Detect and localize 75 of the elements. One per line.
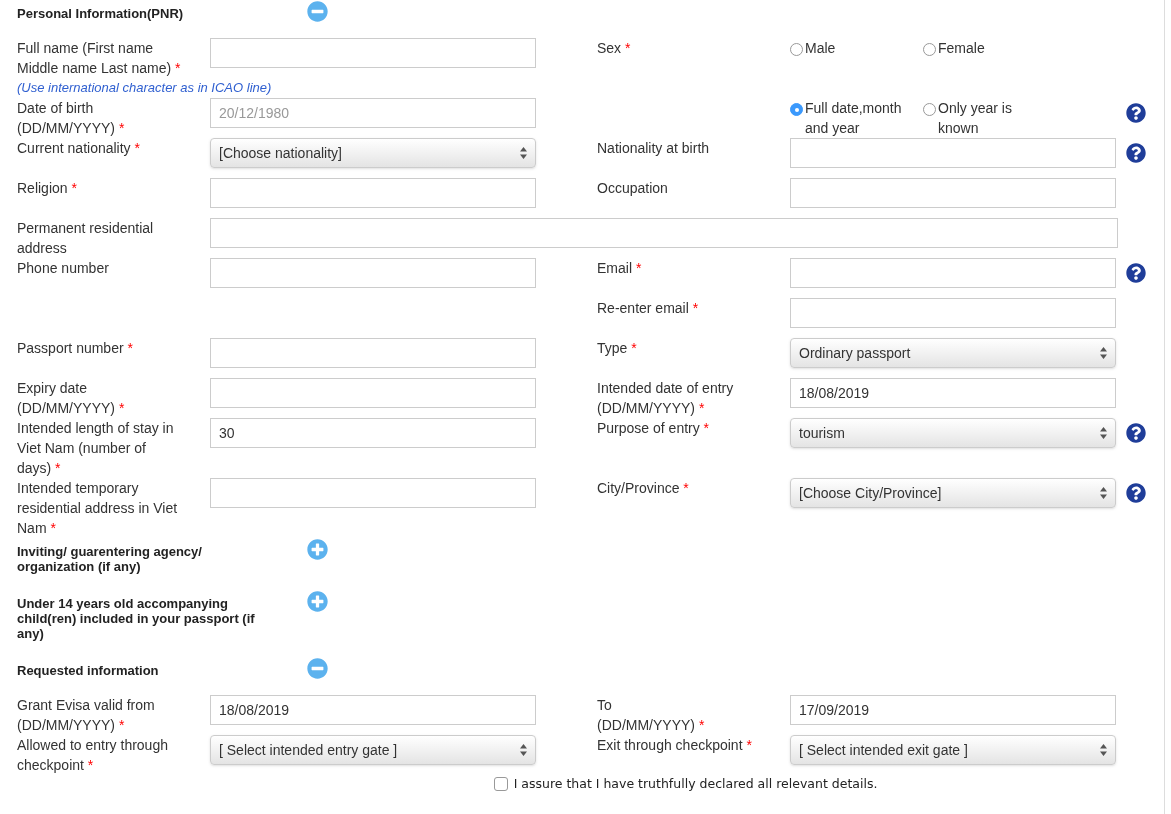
field-label: Email * — [597, 260, 642, 276]
section-title: Inviting/ guarentering agency/ organization (if any) — [17, 544, 203, 574]
text-field[interactable]: 18/08/2019 — [790, 378, 1116, 408]
field-label: Current nationality * — [17, 140, 140, 156]
text-field[interactable]: 20/12/1980 — [210, 98, 536, 128]
up-down-arrows-icon — [520, 744, 527, 756]
text-field[interactable] — [210, 178, 536, 208]
radio-button[interactable] — [923, 103, 936, 116]
field-label: Phone number — [17, 260, 109, 276]
help-icon[interactable] — [1126, 143, 1146, 163]
field-label: Occupation — [597, 180, 668, 196]
field-label: Purpose of entry * — [597, 420, 710, 436]
help-icon[interactable] — [1126, 263, 1146, 283]
help-icon[interactable] — [1126, 483, 1146, 503]
field-label: Grant Evisa valid from (DD/MM/YYYY) * — [17, 697, 155, 733]
section-title: Requested information — [17, 663, 160, 678]
radio-button[interactable] — [790, 43, 803, 56]
field-label: Expiry date (DD/MM/YYYY) * — [17, 380, 125, 416]
select-dropdown[interactable]: Ordinary passport — [790, 338, 1116, 368]
select-dropdown[interactable]: [Choose City/Province] — [790, 478, 1116, 508]
field-label: City/Province * — [597, 480, 689, 496]
text-field[interactable]: 18/08/2019 — [210, 695, 536, 725]
collapse-icon[interactable] — [307, 658, 328, 679]
text-field[interactable] — [210, 38, 536, 68]
field-label: Re-enter email * — [597, 300, 699, 316]
field-label: Intended date of entry (DD/MM/YYYY) * — [597, 380, 734, 416]
up-down-arrows-icon — [1100, 487, 1107, 499]
declaration-text: I assure that I have truthfully declared all relevant details. — [513, 775, 878, 793]
section-title: Under 14 years old accompanying child(ren) included in your passport (if any) — [17, 596, 256, 641]
section-title: Personal Information(PNR) — [17, 6, 185, 21]
field-label: Permanent residential address — [17, 220, 154, 256]
radio-label: Only year is known — [938, 99, 1013, 138]
collapse-icon[interactable] — [307, 1, 328, 22]
text-field[interactable]: 30 — [210, 418, 536, 448]
field-label: Religion * — [17, 180, 77, 196]
field-label: Passport number * — [17, 340, 133, 356]
up-down-arrows-icon — [1100, 427, 1107, 439]
text-field[interactable] — [210, 378, 536, 408]
up-down-arrows-icon — [1100, 347, 1107, 359]
help-icon[interactable] — [1126, 103, 1146, 123]
text-field[interactable] — [790, 138, 1116, 168]
radio-label: Female — [938, 39, 985, 58]
text-field[interactable] — [790, 298, 1116, 328]
field-label: Intended length of stay in Viet Nam (number of days) * — [17, 420, 174, 476]
up-down-arrows-icon — [520, 147, 527, 159]
expand-icon[interactable] — [307, 539, 328, 560]
text-field[interactable] — [790, 258, 1116, 288]
radio-label: Full date,month and year — [805, 99, 903, 138]
checkbox[interactable] — [493, 777, 508, 792]
field-label: Exit through checkpoint * — [597, 737, 752, 753]
help-icon[interactable] — [1126, 423, 1146, 443]
field-label: To (DD/MM/YYYY) * — [597, 697, 705, 733]
select-dropdown[interactable]: [ Select intended entry gate ] — [210, 735, 536, 765]
text-field[interactable] — [790, 178, 1116, 208]
radio-button[interactable] — [790, 103, 803, 116]
field-label: Full name (First name Middle name Last name) * — [17, 40, 181, 76]
text-field[interactable] — [210, 258, 536, 288]
hint-text: (Use international character as in ICAO line) — [17, 79, 273, 97]
field-label: Allowed to entry through checkpoint * — [17, 737, 168, 773]
expand-icon[interactable] — [307, 591, 328, 612]
field-label: Intended temporary residential address in Viet Nam * — [17, 480, 178, 536]
text-field[interactable] — [210, 478, 536, 508]
radio-button[interactable] — [923, 43, 936, 56]
text-field[interactable] — [210, 218, 1118, 248]
select-dropdown[interactable]: [ Select intended exit gate ] — [790, 735, 1116, 765]
text-field[interactable]: 17/09/2019 — [790, 695, 1116, 725]
select-dropdown[interactable]: tourism — [790, 418, 1116, 448]
radio-label: Male — [805, 39, 836, 58]
text-field[interactable] — [210, 338, 536, 368]
field-label: Sex * — [597, 40, 631, 56]
up-down-arrows-icon — [1100, 744, 1107, 756]
field-label: Type * — [597, 340, 637, 356]
field-label: Nationality at birth — [597, 140, 710, 156]
field-label: Date of birth (DD/MM/YYYY) * — [17, 100, 125, 136]
select-dropdown[interactable]: [Choose nationality] — [210, 138, 536, 168]
